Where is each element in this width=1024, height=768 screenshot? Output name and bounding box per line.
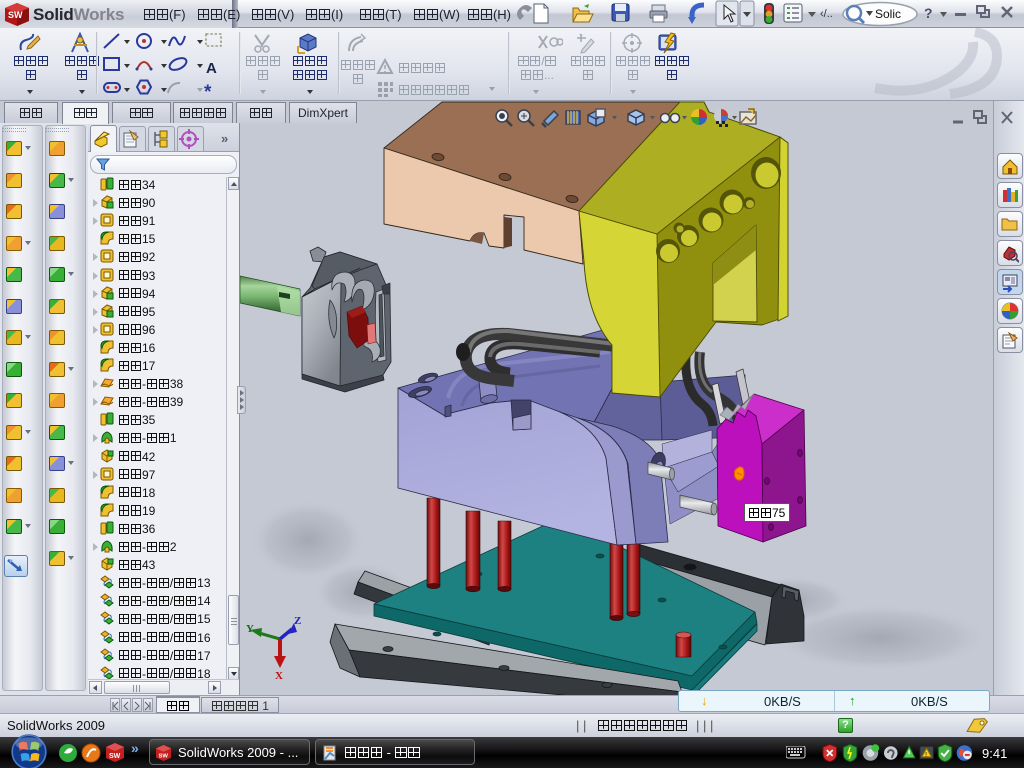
svg-text:Z: Z bbox=[294, 615, 301, 627]
svg-text:X: X bbox=[275, 670, 283, 682]
svg-text:Y: Y bbox=[246, 623, 254, 635]
